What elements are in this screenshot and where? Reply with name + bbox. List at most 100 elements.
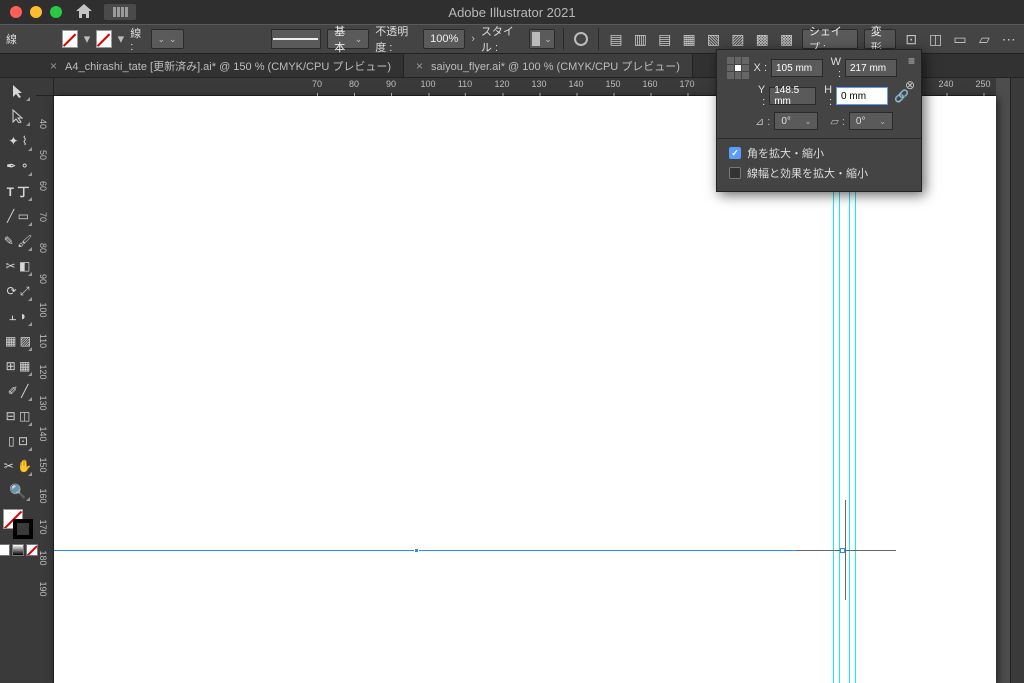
color-mode-row	[0, 544, 38, 556]
close-icon[interactable]: ×	[416, 59, 423, 73]
type-tool[interactable]: T 丁	[3, 180, 33, 202]
w-field[interactable]: 217 mm	[845, 59, 897, 77]
document-tab-1[interactable]: × A4_chirashi_tate [更新済み].ai* @ 150 % (C…	[38, 54, 404, 77]
align-right-icon[interactable]: ▤	[656, 28, 674, 50]
distribute-h-icon[interactable]: ▩	[753, 28, 771, 50]
fill-stroke-control[interactable]	[3, 509, 33, 539]
magic-wand-lasso-tool[interactable]: ✦ ⌇	[3, 130, 33, 152]
scale-strokes-checkbox[interactable]: 線幅と効果を拡大・縮小	[729, 165, 911, 181]
y-field[interactable]: 148.5 mm	[769, 87, 816, 105]
close-window-button[interactable]	[10, 6, 22, 18]
graph-artboard-tool[interactable]: ▯ ⊡	[3, 430, 33, 452]
shear-icon: ▱ :	[830, 115, 845, 128]
minimize-window-button[interactable]	[30, 6, 42, 18]
ruler-tick: 70	[38, 212, 48, 222]
zoom-tool[interactable]: 🔍	[5, 480, 31, 502]
ruler-tick: 40	[38, 119, 48, 129]
h-field[interactable]	[836, 87, 888, 105]
options-icon[interactable]: ⋯	[1000, 28, 1018, 50]
mask-icon[interactable]: ◫	[926, 28, 944, 50]
x-label: X :	[753, 62, 767, 74]
checkbox-checked-icon: ✓	[729, 147, 741, 159]
ruler-tick: 250	[975, 79, 990, 89]
ruler-tick: 190	[38, 581, 48, 596]
ruler-tick: 120	[494, 79, 509, 89]
scrollbar-vertical[interactable]	[1010, 78, 1024, 683]
opacity-label: 不透明度 :	[375, 23, 417, 55]
ruler-origin[interactable]	[36, 78, 54, 96]
align-left-icon[interactable]: ▤	[607, 28, 625, 50]
width-warp-tool[interactable]: ⫠ ◗	[3, 305, 33, 327]
pen-curvature-tool[interactable]: ✒ ⚬	[3, 155, 33, 177]
w-label: W :	[827, 56, 841, 80]
anchor-point[interactable]	[840, 548, 845, 553]
transform-dropdown[interactable]: 変形	[864, 29, 896, 49]
line-rectangle-tool[interactable]: ╱ ▭	[3, 205, 33, 227]
recolor-icon[interactable]	[572, 28, 590, 50]
rotate-select[interactable]: 0°⌄	[774, 112, 818, 130]
direct-selection-tool[interactable]	[5, 105, 31, 127]
stroke-weight-label: 線 :	[130, 25, 144, 53]
slice-hand-tool[interactable]: ✂ ✋	[3, 455, 33, 477]
fill-swatch[interactable]	[62, 30, 77, 48]
shaper-eraser-tool[interactable]: ✂ ◧	[3, 255, 33, 277]
home-icon[interactable]	[76, 4, 92, 21]
align-center-h-icon[interactable]: ▥	[631, 28, 649, 50]
selection-tool[interactable]	[5, 80, 31, 102]
ruler-tick: 70	[312, 79, 322, 89]
stroke-color-icon[interactable]	[13, 519, 33, 539]
ruler-tick: 80	[349, 79, 359, 89]
gradient-mode-button[interactable]	[12, 544, 24, 556]
constrain-proportions-icon[interactable]: ⊗	[903, 78, 917, 92]
reference-point-grid[interactable]	[727, 57, 749, 79]
eyedropper-measure-tool[interactable]: ✐ ╱	[3, 380, 33, 402]
opacity-select[interactable]: 100%	[423, 29, 465, 49]
swap-icon-2[interactable]: ▾	[118, 31, 125, 47]
none-mode-button[interactable]	[26, 544, 38, 556]
basic-brush-select[interactable]: 基本⌄	[327, 29, 369, 49]
align-bottom-icon[interactable]: ▨	[729, 28, 747, 50]
shape-dropdown[interactable]: シェイプ :	[802, 29, 858, 49]
stroke-weight-select[interactable]: ⌄⌄	[151, 29, 184, 49]
panel-menu-icon[interactable]: ≡	[908, 54, 915, 68]
brush-blob-tool[interactable]: ✎ 🖌	[3, 230, 33, 252]
transform-panel: ≡ X : 105 mm W : 217 mm ⊗ Y : 148.5 mm H…	[716, 49, 922, 192]
shear-select[interactable]: 0°⌄	[849, 112, 893, 130]
cursor-crosshair	[845, 500, 846, 600]
color-mode-button[interactable]	[0, 544, 10, 556]
x-field[interactable]: 105 mm	[771, 59, 823, 77]
rotate-value: 0°	[781, 116, 791, 127]
ruler-tick: 130	[38, 395, 48, 410]
stroke-partial-label: 線	[6, 31, 17, 47]
mesh-gradient-tool[interactable]: ⊞ ▦	[3, 355, 33, 377]
envelope-icon[interactable]: ▭	[951, 28, 969, 50]
distribute-v-icon[interactable]: ▩	[777, 28, 795, 50]
align-center-v-icon[interactable]: ▧	[704, 28, 722, 50]
chevron-right-icon[interactable]: ›	[471, 33, 475, 45]
brush-preview[interactable]	[271, 29, 321, 49]
ruler-tick: 90	[386, 79, 396, 89]
stroke-swatch[interactable]	[96, 30, 111, 48]
close-icon[interactable]: ×	[50, 59, 57, 73]
arrange-documents-button[interactable]	[104, 4, 136, 20]
graphic-style-select[interactable]: ⌄	[529, 29, 555, 49]
document-tab-2[interactable]: × saiyou_flyer.ai* @ 100 % (CMYK/CPU プレビ…	[404, 54, 693, 77]
cursor-crosshair	[796, 550, 896, 551]
shear-value: 0°	[856, 116, 866, 127]
blend-symbol-tool[interactable]: ⊟ ◫	[3, 405, 33, 427]
anchor-point[interactable]	[414, 548, 419, 553]
ruler-tick: 80	[38, 243, 48, 253]
rotate-scale-tool[interactable]: ⟳ ⤢	[3, 280, 33, 302]
rotate-icon: ⊿ :	[755, 115, 770, 128]
shape-builder-tool[interactable]: ▦ ▨	[3, 330, 33, 352]
ruler-vertical[interactable]: 4050607080901001101201301401501601701801…	[36, 96, 54, 683]
selected-path[interactable]	[54, 550, 861, 551]
maximize-window-button[interactable]	[50, 6, 62, 18]
ruler-tick: 60	[38, 181, 48, 191]
swap-icon[interactable]: ▾	[84, 31, 91, 47]
align-top-icon[interactable]: ▦	[680, 28, 698, 50]
scale-corners-checkbox[interactable]: ✓ 角を拡大・縮小	[729, 145, 911, 161]
isolate-icon[interactable]: ⊡	[902, 28, 920, 50]
crop-icon[interactable]: ▱	[975, 28, 993, 50]
tab-label: A4_chirashi_tate [更新済み].ai* @ 150 % (CMY…	[65, 58, 391, 74]
